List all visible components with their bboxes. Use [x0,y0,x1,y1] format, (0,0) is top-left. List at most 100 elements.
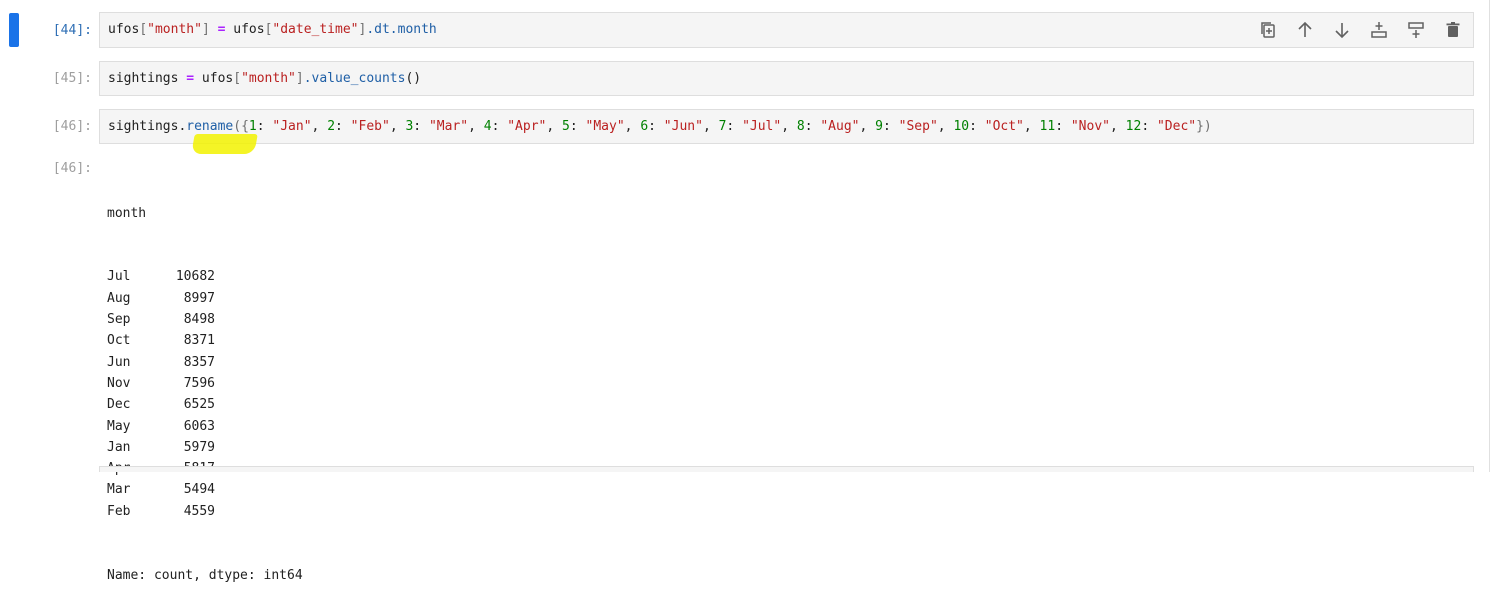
delete-cell-button[interactable] [1440,17,1465,42]
code-cell-45[interactable]: [45]: sightings = ufos["month"].value_co… [0,61,1480,96]
duplicate-cell-button[interactable] [1255,17,1280,42]
code-token: () [405,70,422,86]
code-token: "May" [585,118,625,134]
output-footer: Name: count, dtype: int64 [107,567,303,583]
code-token: "month" [147,22,202,37]
output-execution-count: [46]: [52,161,92,176]
code-line: sightings.rename({1: "Jan", 2: "Feb", 3:… [108,118,1212,136]
execution-count: [45]: [52,71,92,86]
move-up-icon [1297,21,1312,37]
count-value: 6525 [183,397,215,413]
code-token: "Aug" [820,118,860,134]
code-token: : [882,118,899,134]
count-value: 6063 [183,418,215,434]
output-row: Sep 8498 [107,309,303,330]
code-token: ] [201,22,218,37]
output-row: Dec 6525 [107,394,303,415]
code-token: "Sep" [898,118,938,134]
code-token: "Mar" [428,118,469,134]
code-token: ufos [225,22,265,37]
code-token: : [256,118,273,134]
output-row: Nov 7596 [107,373,303,394]
month-label: Jul [107,269,131,285]
count-value: 8498 [183,312,215,328]
code-token: .value_counts [303,70,406,86]
code-token: "Feb" [350,118,390,134]
cell-output: month Jul 10682 Aug 8997 Sep 8498 Oct 8371 Jun 83… [107,160,303,607]
count-value: 10682 [175,269,215,285]
code-token: , [1023,118,1040,134]
code-token: sightings. [108,118,187,134]
code-token: 11 [1039,118,1056,134]
move-down-icon [1334,22,1349,38]
month-label: Jan [107,439,131,455]
insert-above-button[interactable] [1366,17,1391,42]
execution-count: [44]: [52,23,92,38]
output-row: Jun 8357 [107,352,303,373]
insert-above-icon [1370,21,1387,38]
month-label: Mar [107,482,131,498]
output-row: Oct 8371 [107,330,303,351]
insert-below-button[interactable] [1403,17,1428,42]
month-label: Nov [107,375,131,391]
move-down-button[interactable] [1329,17,1354,42]
code-token: "Jul" [742,118,782,134]
code-token: 10 [953,118,970,134]
count-value: 8357 [183,354,215,370]
code-token: : [413,118,429,134]
month-label: Dec [107,397,131,413]
month-label: Oct [107,333,131,349]
code-token: 5 [562,118,570,134]
code-token: = [186,70,195,86]
move-up-button[interactable] [1292,17,1317,42]
code-token: ({ [233,118,249,134]
code-line: ufos["month"] = ufos["date_time"].dt.mon… [108,21,437,39]
count-value: 7596 [183,375,215,391]
code-token: "Apr" [507,118,547,134]
code-token: , [389,118,406,134]
code-token: rename [186,118,234,134]
code-token: , [624,118,641,134]
code-editor[interactable]: sightings.rename({1: "Jan", 2: "Feb", 3:… [99,109,1474,144]
code-token: 9 [875,118,883,134]
code-token: : [804,118,821,134]
next-cell-edge [99,466,1474,472]
code-token: "Nov" [1070,118,1110,134]
month-label: May [107,418,131,434]
code-token: 12 [1125,118,1142,134]
code-token: : [1055,118,1071,134]
output-row: Aug 8997 [107,288,303,309]
month-label: Feb [107,503,131,519]
code-cell-44[interactable]: [44]: ufos["month"] = ufos["date_time"].… [0,12,1480,48]
code-token: : [648,118,664,134]
code-token: , [859,118,876,134]
code-editor[interactable]: sightings = ufos["month"].value_counts() [99,61,1474,96]
output-rows: Jul 10682 Aug 8997 Sep 8498 Oct 8371 Jun 8357 Nov 7… [107,266,303,522]
code-token: , [937,118,954,134]
code-token: : [1141,118,1157,134]
code-token: [ [139,22,148,37]
code-line: sightings = ufos["month"].value_counts() [108,70,421,88]
code-token: , [311,118,328,134]
cell-toolbar [1255,17,1465,42]
code-token: : [491,118,508,134]
highlighter-mark [191,134,258,154]
code-token: "Jan" [272,118,312,134]
count-value: 4559 [183,503,215,519]
code-token: , [781,118,797,134]
code-token: 6 [640,118,649,134]
code-token: ufos [194,70,234,86]
count-value: 8371 [183,333,215,349]
code-token: : [569,118,586,134]
code-token: "month" [241,70,296,86]
execution-count: [46]: [52,119,92,134]
code-token: : [335,118,351,134]
code-token: 1 [248,118,257,134]
output-header: month [107,205,147,221]
code-token: [ [233,70,242,86]
code-token: .dt.month [366,22,437,37]
code-token: }) [1196,118,1212,134]
month-label: Aug [107,290,131,306]
code-token: "date_time" [272,22,359,37]
duplicate-cell-icon [1260,21,1275,38]
